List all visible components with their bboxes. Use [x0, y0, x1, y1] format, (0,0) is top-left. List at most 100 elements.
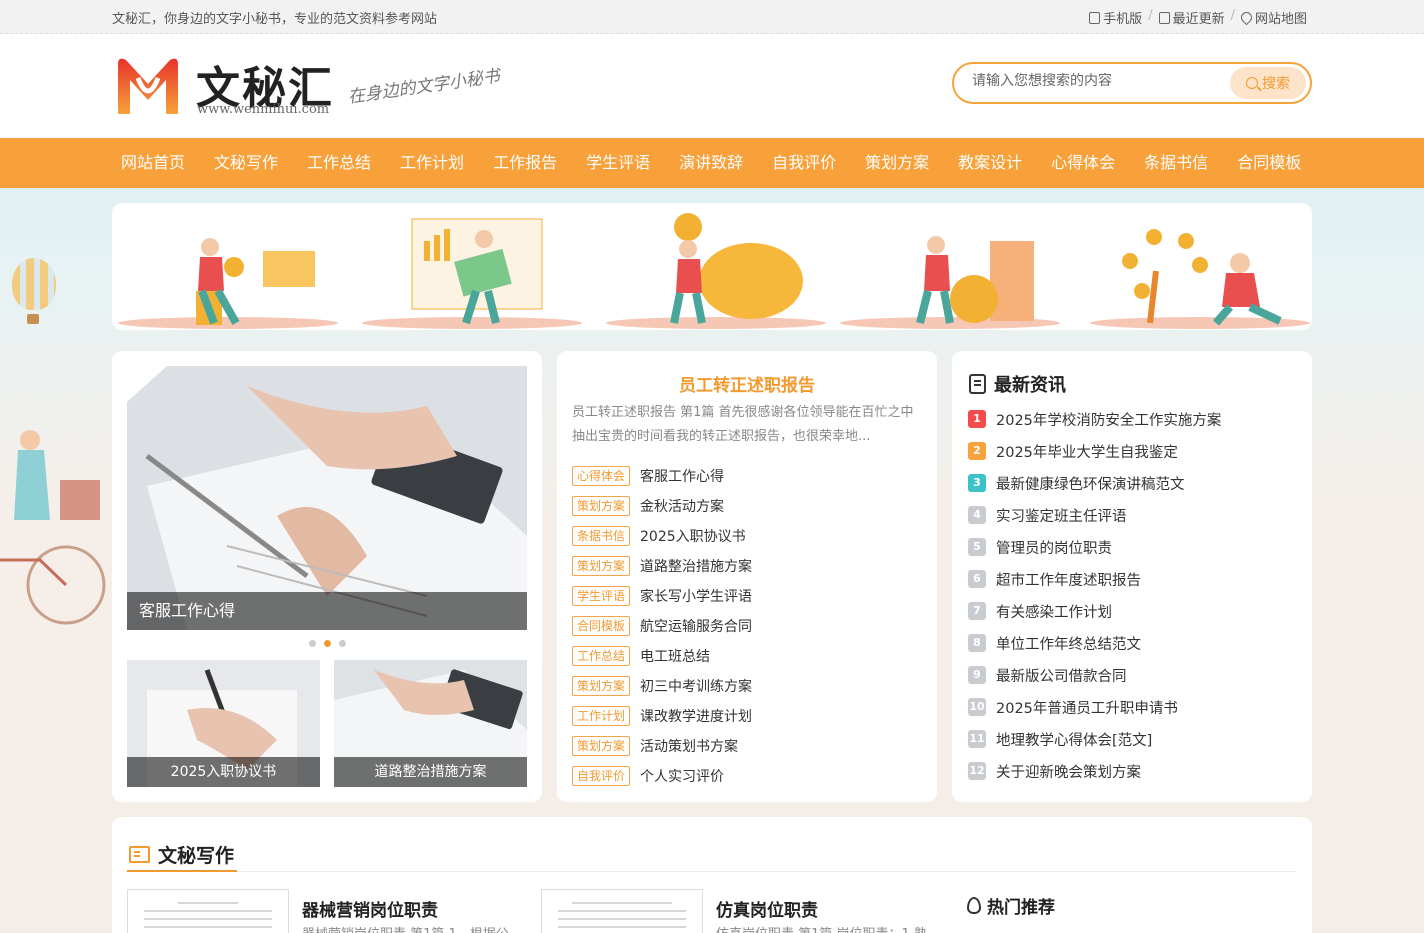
list-item[interactable]: 工作计划 课改教学进度计划 — [572, 701, 924, 731]
news-item[interactable]: 7 有关感染工作计划 — [968, 595, 1298, 627]
slider-dot[interactable] — [338, 640, 346, 647]
location-pin-icon — [1238, 9, 1255, 26]
category-tag[interactable]: 自我评价 — [572, 766, 631, 786]
update-icon — [1158, 11, 1170, 24]
news-item[interactable]: 12 关于迎新晚会策划方案 — [968, 755, 1298, 787]
banner-scene-money-bag — [118, 238, 338, 329]
article-summary: 器械营销岗位职责 第1篇 1、根据公 — [302, 923, 522, 933]
rank-badge: 10 — [968, 698, 986, 716]
news-item[interactable]: 3 最新健康绿色环保演讲稿范文 — [968, 467, 1298, 499]
article-title[interactable]: 器械营销岗位职责 — [302, 896, 438, 921]
news-item[interactable]: 8 单位工作年终总结范文 — [968, 627, 1298, 659]
sitemap-link[interactable]: 网站地图 — [1238, 8, 1307, 27]
news-item[interactable]: 4 实习鉴定班主任评语 — [968, 499, 1298, 531]
category-tag[interactable]: 策划方案 — [572, 556, 631, 576]
list-item[interactable]: 心得体会 客服工作心得 — [572, 461, 924, 491]
slider-thumb[interactable]: 2025入职协议书 — [127, 660, 320, 787]
list-item[interactable]: 策划方案 道路整治措施方案 — [572, 551, 924, 581]
logo-tagline: 在身边的文字小秘书 — [346, 66, 501, 108]
slider-main-image[interactable]: 客服工作心得 — [127, 366, 527, 630]
banner-scene-piggy-bank — [606, 213, 826, 329]
rank-badge: 8 — [968, 634, 986, 652]
featured-summary: 员工转正述职报告 第1篇 首先很感谢各位领导能在百忙之中抽出宝贵的时间看我的转正… — [572, 405, 914, 444]
nav-speech[interactable]: 演讲致辞 — [665, 138, 757, 188]
document-thumbnail[interactable] — [541, 889, 703, 933]
rank-badge: 3 — [968, 474, 986, 492]
hot-air-balloon-decoration — [12, 258, 56, 310]
list-item[interactable]: 工作总结 电工班总结 — [572, 641, 924, 671]
category-tag[interactable]: 策划方案 — [572, 736, 631, 756]
list-item[interactable]: 策划方案 金秋活动方案 — [572, 491, 924, 521]
banner-scene-chart-board — [362, 218, 582, 329]
slider-caption: 客服工作心得 — [127, 592, 527, 630]
category-tag[interactable]: 策划方案 — [572, 676, 631, 696]
search-button[interactable]: 搜索 — [1230, 67, 1306, 99]
slider-dot[interactable] — [308, 640, 316, 647]
nav-letters[interactable]: 条据书信 — [1130, 138, 1222, 188]
news-item[interactable]: 9 最新版公司借款合同 — [968, 659, 1298, 691]
news-item[interactable]: 10 2025年普通员工升职申请书 — [968, 691, 1298, 723]
logo-url: www.wenmihui.com — [197, 102, 330, 117]
rank-badge: 4 — [968, 506, 986, 524]
thumb-caption: 2025入职协议书 — [127, 757, 320, 787]
article-title[interactable]: 仿真岗位职责 — [716, 896, 818, 921]
category-tag[interactable]: 学生评语 — [572, 586, 631, 606]
nav-home[interactable]: 网站首页 — [107, 138, 199, 188]
image-slider-panel: 客服工作心得 2025入职协议书 道路整治措施方案 — [112, 351, 542, 802]
nav-secretary-writing[interactable]: 文秘写作 — [200, 138, 292, 188]
mobile-version-link[interactable]: 手机版 — [1089, 8, 1142, 27]
banner-scene-atm-coin — [840, 236, 1060, 329]
finance-banner[interactable] — [112, 203, 1312, 330]
hot-recommend-heading: 热门推荐 — [967, 893, 1055, 918]
recent-updates-link[interactable]: 最近更新 — [1158, 8, 1225, 27]
search-icon — [1246, 77, 1258, 89]
invoice-photo — [127, 366, 527, 630]
latest-news-panel: 最新资讯 1 2025年学校消防安全工作实施方案 2 2025年毕业大学生自我鉴定 … — [952, 351, 1312, 802]
news-item[interactable]: 1 2025年学校消防安全工作实施方案 — [968, 403, 1298, 435]
news-item[interactable]: 5 管理员的岗位职责 — [968, 531, 1298, 563]
list-item[interactable]: 自我评价 个人实习评价 — [572, 761, 924, 791]
news-item[interactable]: 2 2025年毕业大学生自我鉴定 — [968, 435, 1298, 467]
rank-badge: 5 — [968, 538, 986, 556]
nav-planning[interactable]: 策划方案 — [851, 138, 943, 188]
nav-contract[interactable]: 合同模板 — [1223, 138, 1315, 188]
category-tag[interactable]: 工作总结 — [572, 646, 631, 666]
slider-thumb[interactable]: 道路整治措施方案 — [334, 660, 527, 787]
category-tag[interactable]: 工作计划 — [572, 706, 631, 726]
slider-dot-active[interactable] — [323, 640, 331, 647]
thumb-caption: 道路整治措施方案 — [334, 757, 527, 787]
featured-list: 心得体会 客服工作心得 策划方案 金秋活动方案 条据书信 2025入职协议书 策划方案… — [572, 461, 924, 791]
list-item[interactable]: 条据书信 2025入职协议书 — [572, 521, 924, 551]
rank-badge: 6 — [968, 570, 986, 588]
section-heading[interactable]: 文秘写作 — [129, 841, 234, 868]
rank-badge: 11 — [968, 730, 986, 748]
nav-work-plan[interactable]: 工作计划 — [386, 138, 478, 188]
featured-title[interactable]: 员工转正述职报告 — [557, 371, 937, 396]
section-divider — [127, 870, 1297, 872]
mobile-icon — [1089, 11, 1101, 24]
logo-icon[interactable] — [114, 54, 182, 118]
list-item[interactable]: 学生评语 家长写小学生评语 — [572, 581, 924, 611]
category-tag[interactable]: 心得体会 — [572, 466, 631, 486]
news-item[interactable]: 11 地理教学心得体会[范文] — [968, 723, 1298, 755]
news-heading: 最新资讯 — [969, 371, 1066, 397]
nav-student-comments[interactable]: 学生评语 — [572, 138, 664, 188]
search-input[interactable] — [972, 73, 1222, 89]
list-item[interactable]: 策划方案 初三中考训练方案 — [572, 671, 924, 701]
news-item[interactable]: 6 超市工作年度述职报告 — [968, 563, 1298, 595]
list-item[interactable]: 合同模板 航空运输服务合同 — [572, 611, 924, 641]
secretary-writing-panel: 文秘写作 器械营销岗位职责 器械营销岗位职责 第1篇 1、根据公 仿真岗位职责 … — [112, 817, 1312, 933]
category-tag[interactable]: 策划方案 — [572, 496, 631, 516]
top-links: 手机版 / 最近更新 / 网站地图 — [1089, 8, 1307, 27]
nav-lesson-plan[interactable]: 教案设计 — [944, 138, 1036, 188]
category-tag[interactable]: 条据书信 — [572, 526, 631, 546]
nav-work-summary[interactable]: 工作总结 — [293, 138, 385, 188]
article-icon — [129, 846, 150, 863]
nav-experience[interactable]: 心得体会 — [1037, 138, 1129, 188]
nav-self-evaluation[interactable]: 自我评价 — [758, 138, 850, 188]
top-bar: 文秘汇，你身边的文字小秘书，专业的范文资料参考网站 手机版 / 最近更新 / 网… — [0, 0, 1424, 34]
category-tag[interactable]: 合同模板 — [572, 616, 631, 636]
nav-work-report[interactable]: 工作报告 — [479, 138, 571, 188]
list-item[interactable]: 策划方案 活动策划书方案 — [572, 731, 924, 761]
document-thumbnail[interactable] — [127, 889, 289, 933]
